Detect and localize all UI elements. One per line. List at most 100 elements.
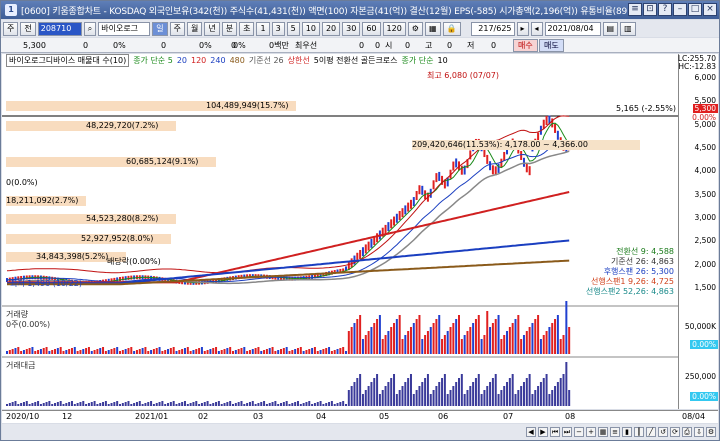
- help-icon[interactable]: ?: [658, 3, 672, 16]
- amount-bar: [135, 402, 138, 406]
- minimize-icon[interactable]: –: [673, 3, 687, 16]
- amount-bar: [426, 374, 429, 406]
- legend-ma5[interactable]: 종가 단순 5: [133, 55, 173, 66]
- interval-60[interactable]: 60: [362, 21, 381, 36]
- amount-bar: [438, 382, 441, 406]
- amount-bar: [263, 401, 266, 406]
- candle-icon[interactable]: ┃: [634, 427, 644, 437]
- market-select[interactable]: 전: [20, 21, 36, 36]
- period-day-button[interactable]: 일: [152, 21, 168, 36]
- interval-30[interactable]: 30: [342, 21, 361, 36]
- legend-ma120[interactable]: 120: [191, 56, 206, 65]
- volume-bar: [85, 348, 88, 354]
- interval-10[interactable]: 10: [301, 21, 320, 36]
- amount-bar: [384, 386, 387, 406]
- volume-tick: 50,000K: [684, 322, 716, 331]
- buy-button[interactable]: 매수: [513, 39, 538, 52]
- legend-upper[interactable]: 상한선: [288, 55, 310, 66]
- legend-ma480[interactable]: 480: [230, 56, 245, 65]
- zoom-plus-icon[interactable]: +: [586, 427, 596, 437]
- amount-bar: [330, 401, 333, 406]
- x-end: 08/04: [682, 412, 706, 421]
- stock-code-input[interactable]: 208710: [37, 21, 82, 36]
- settings-icon[interactable]: ⚙: [407, 21, 423, 36]
- search-icon[interactable]: ⌕: [83, 21, 97, 36]
- first-icon[interactable]: ⏮: [550, 427, 560, 437]
- legend-ma20[interactable]: 20: [177, 56, 187, 65]
- interval-3[interactable]: 3: [271, 21, 285, 36]
- amount-bar: [494, 374, 497, 406]
- legend-close-10[interactable]: 10: [438, 56, 448, 65]
- pin-icon[interactable]: ⊡: [643, 3, 657, 16]
- period-month-button[interactable]: 월: [186, 21, 203, 36]
- interval-20[interactable]: 20: [321, 21, 341, 36]
- layout-icon[interactable]: ▥: [620, 21, 636, 36]
- volume-bar: [161, 351, 164, 354]
- menu-icon[interactable]: ≡: [628, 3, 642, 16]
- period-week-button[interactable]: 주: [169, 21, 185, 36]
- chart-area[interactable]: 바이오로그디바이스 매물대 수(10) 종가 단순 5 20 120 240 4…: [2, 54, 718, 409]
- zoom-minus-icon[interactable]: −: [574, 427, 584, 437]
- grid-icon[interactable]: ▦: [598, 427, 608, 437]
- interval-120[interactable]: 120: [382, 21, 406, 36]
- amount-bar: [20, 403, 23, 406]
- volume-bar: [390, 327, 393, 354]
- amount-bar: [497, 394, 500, 406]
- legend-baseline[interactable]: 기준선 26: [249, 55, 284, 66]
- legend-ma240[interactable]: 240: [210, 56, 225, 65]
- close-icon[interactable]: ×: [703, 3, 717, 16]
- amount-bar: [11, 402, 14, 406]
- refresh-icon[interactable]: ⟳: [670, 427, 680, 437]
- zoom-in-icon[interactable]: ▸: [516, 21, 529, 36]
- volume-bar: [102, 347, 105, 354]
- lock-icon[interactable]: 🔒: [442, 21, 461, 36]
- chart-options-icon[interactable]: ▤: [602, 21, 619, 36]
- interval-1[interactable]: 1: [256, 21, 270, 36]
- time-axis[interactable]: 2020/10 12 2021/01 02 03 04 05 06 07 08 …: [2, 410, 718, 423]
- sell-button[interactable]: 매도: [539, 39, 564, 52]
- calendar-icon[interactable]: ▦: [424, 21, 441, 36]
- volume-bar: [189, 351, 192, 354]
- volume-bar: [152, 349, 155, 354]
- date-field[interactable]: 2021/08/04: [544, 21, 601, 36]
- amount-bar: [316, 402, 319, 406]
- volume-bar: [531, 323, 534, 354]
- scroll-right-icon[interactable]: ▶: [538, 427, 548, 437]
- reset-icon[interactable]: ↺: [658, 427, 668, 437]
- amount-bar: [155, 403, 158, 406]
- legend-cross[interactable]: 5이평 전환선 골든크로스: [314, 55, 398, 66]
- bar-count-field[interactable]: 217/625: [470, 21, 515, 36]
- legend-close[interactable]: 종가 단순: [402, 55, 434, 66]
- period-minute-button[interactable]: 분: [221, 21, 238, 36]
- maximize-icon[interactable]: □: [688, 3, 702, 16]
- list-icon[interactable]: ≡: [610, 427, 620, 437]
- amount-bar: [130, 404, 133, 406]
- zoom-out-icon[interactable]: ◂: [530, 21, 543, 36]
- volume-bar: [500, 339, 503, 354]
- amount-bar: [54, 403, 57, 406]
- interval-5[interactable]: 5: [286, 21, 300, 36]
- period-type-select[interactable]: 주: [3, 21, 19, 36]
- amount-bar: [17, 404, 20, 406]
- volume-bar: [56, 348, 59, 354]
- export-icon[interactable]: ⇩: [694, 427, 704, 437]
- settings-bottom-icon[interactable]: ⚙: [706, 427, 716, 437]
- volume-bar: [319, 350, 322, 354]
- period-second-button[interactable]: 초: [239, 21, 255, 36]
- last-icon[interactable]: ⏭: [562, 427, 572, 437]
- amount-bar: [381, 390, 384, 406]
- volume-bar: [34, 351, 37, 354]
- amount-bar: [480, 394, 483, 406]
- amount-bar: [387, 382, 390, 406]
- volume-bar: [443, 335, 446, 354]
- candle: [545, 116, 548, 126]
- price-axis[interactable]: LC:255.70 HC:-12.83 6,000 5,500 5,000 4,…: [678, 54, 718, 409]
- period-year-button[interactable]: 년: [204, 21, 220, 36]
- chart-legend: 바이오로그디바이스 매물대 수(10) 종가 단순 5 20 120 240 4…: [6, 54, 448, 67]
- volume-bar: [452, 323, 455, 354]
- chart-type-icon[interactable]: ▮: [622, 427, 632, 437]
- print-icon[interactable]: ⎙: [682, 427, 692, 437]
- line-icon[interactable]: ╱: [646, 427, 656, 437]
- scroll-left-icon[interactable]: ◀: [526, 427, 536, 437]
- volume-bar: [232, 351, 234, 354]
